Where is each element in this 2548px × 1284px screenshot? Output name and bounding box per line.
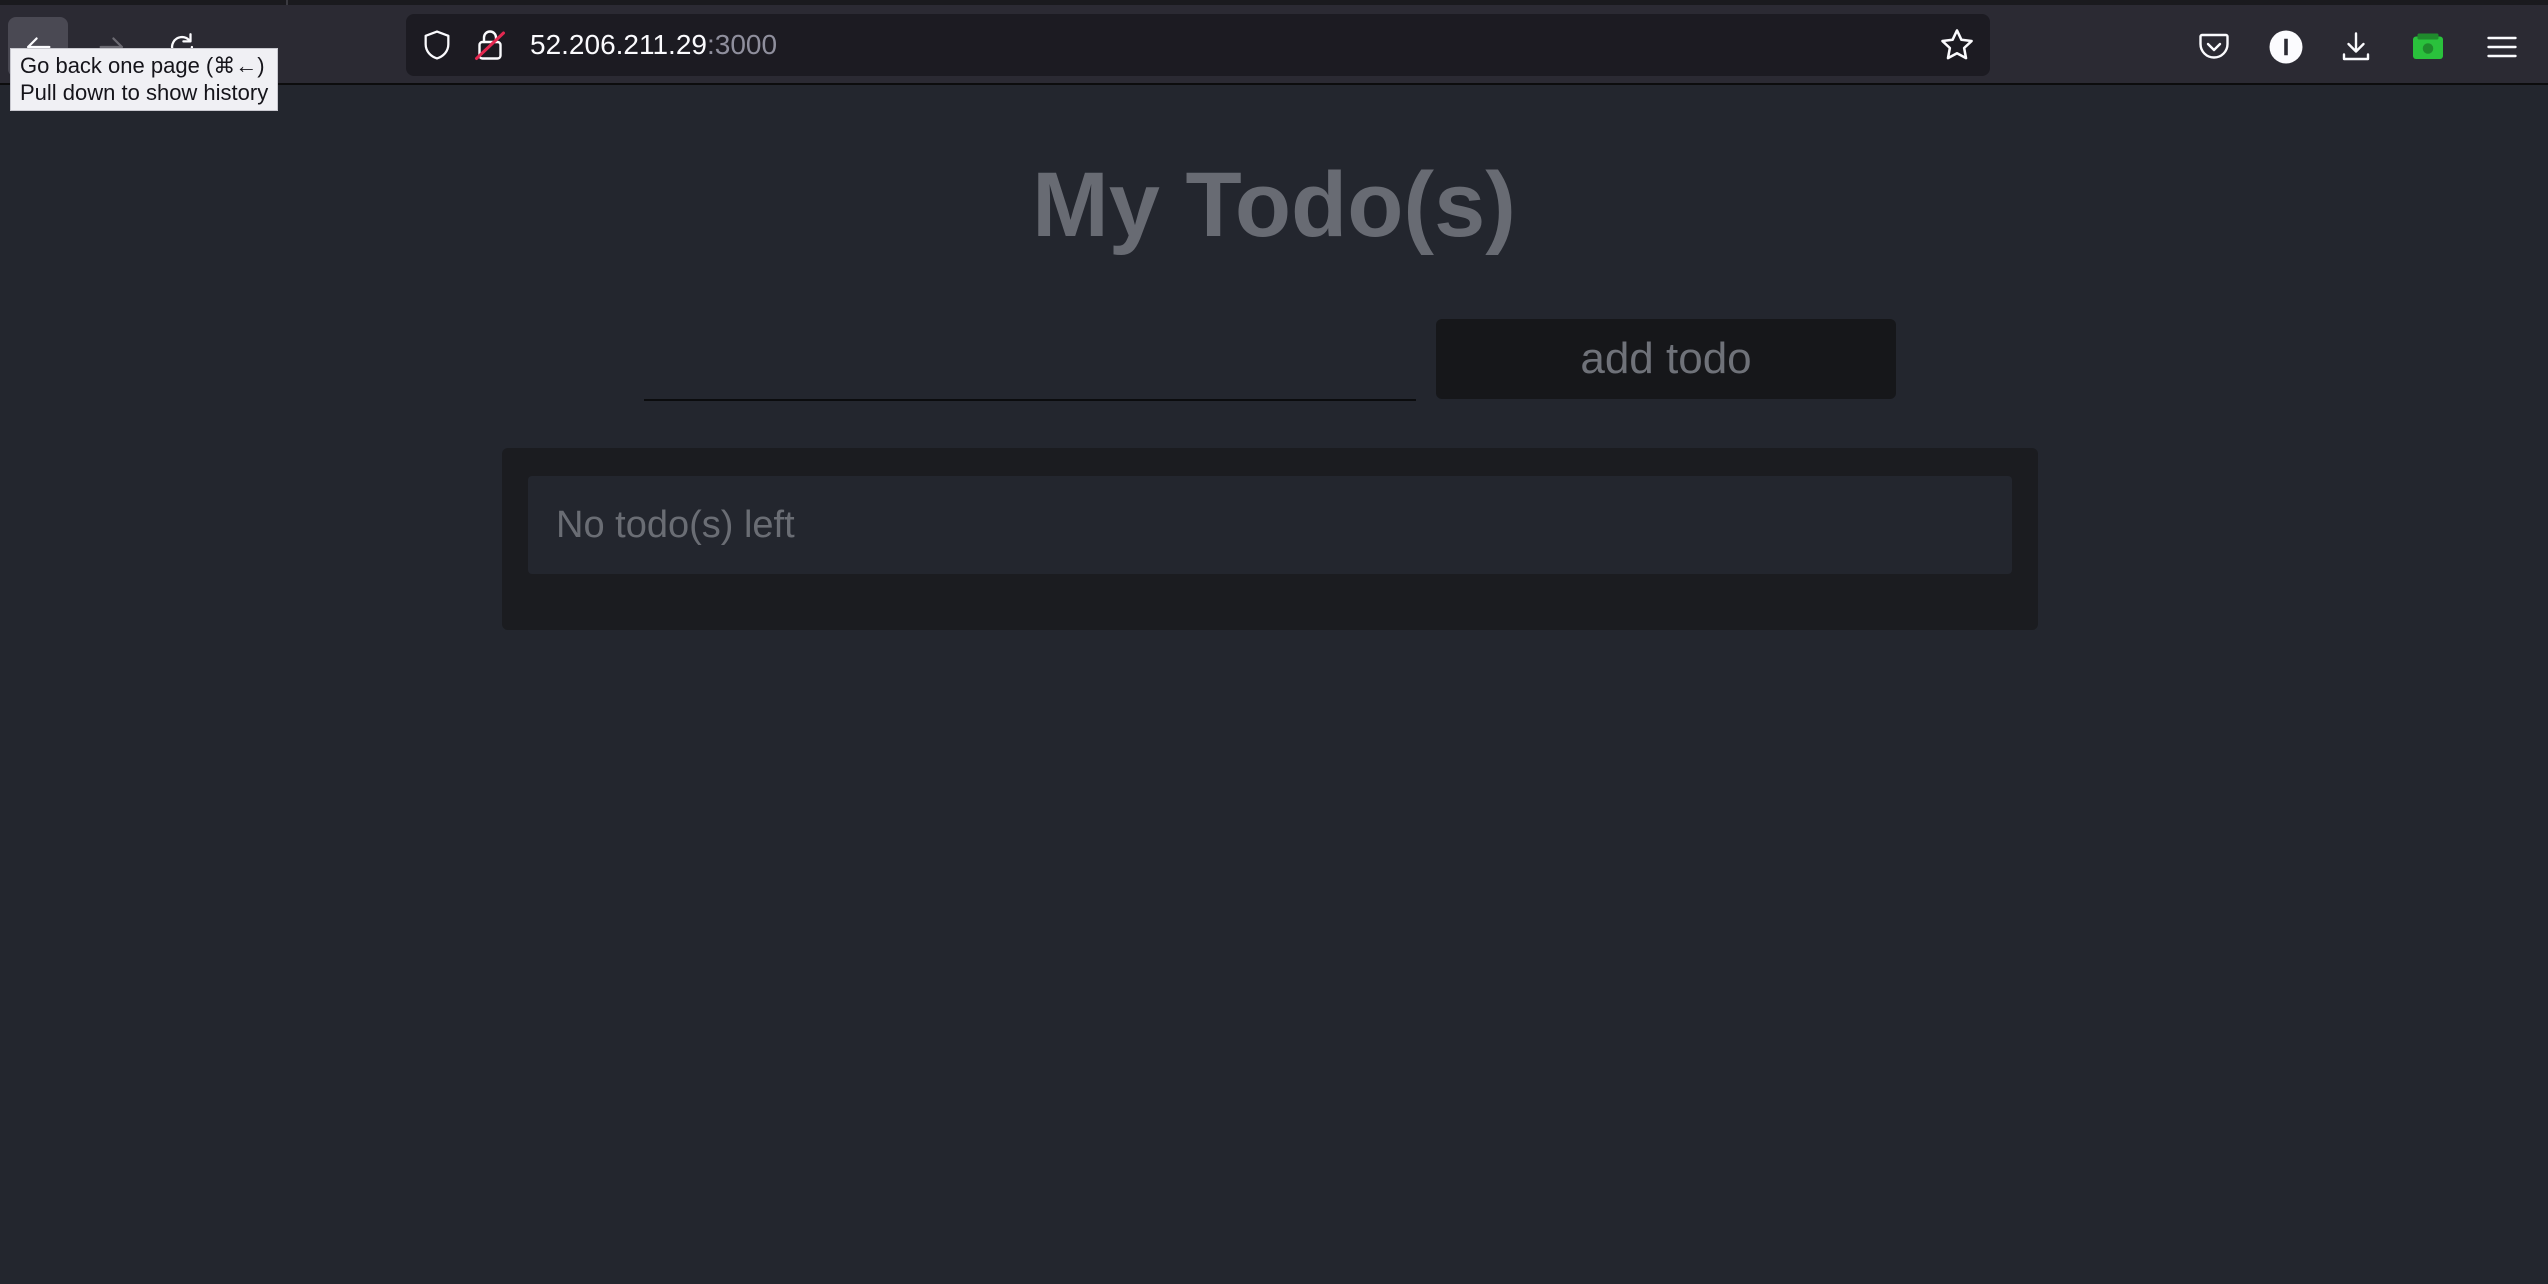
info-icon — [2269, 30, 2303, 64]
app-menu-button[interactable] — [2484, 29, 2520, 65]
url-port: :3000 — [706, 29, 778, 60]
page-content: My Todo(s) add todo No todo(s) left — [0, 87, 2548, 1284]
add-todo-button[interactable]: add todo — [1436, 319, 1896, 399]
back-button-tooltip: Go back one page (⌘←) Pull down to show … — [10, 48, 279, 111]
extension-button[interactable] — [2410, 29, 2446, 65]
star-icon[interactable] — [1938, 26, 1976, 64]
todo-input[interactable] — [644, 313, 1416, 401]
extension-icon — [2413, 33, 2443, 59]
todo-list: No todo(s) left — [502, 448, 2038, 630]
tooltip-line-1: Go back one page (⌘←) — [20, 53, 265, 78]
download-icon — [2342, 32, 2370, 61]
url-bar[interactable]: 52.206.211.29:3000 — [406, 14, 1990, 76]
insecure-lock-icon[interactable] — [472, 26, 508, 64]
shield-icon[interactable] — [420, 28, 454, 62]
page-title: My Todo(s) — [1032, 154, 1516, 256]
empty-state-message: No todo(s) left — [528, 476, 2012, 574]
url-text[interactable]: 52.206.211.29:3000 — [530, 28, 777, 62]
info-extension-button[interactable] — [2268, 29, 2304, 65]
pocket-icon — [2199, 33, 2229, 59]
url-host: 52.206.211.29 — [530, 29, 707, 60]
hamburger-menu-icon — [2487, 36, 2517, 58]
browser-toolbar: 52.206.211.29:3000 — [0, 5, 2548, 85]
tooltip-line-2: Pull down to show history — [20, 80, 269, 105]
downloads-button[interactable] — [2338, 29, 2374, 65]
pocket-button[interactable] — [2196, 29, 2232, 65]
